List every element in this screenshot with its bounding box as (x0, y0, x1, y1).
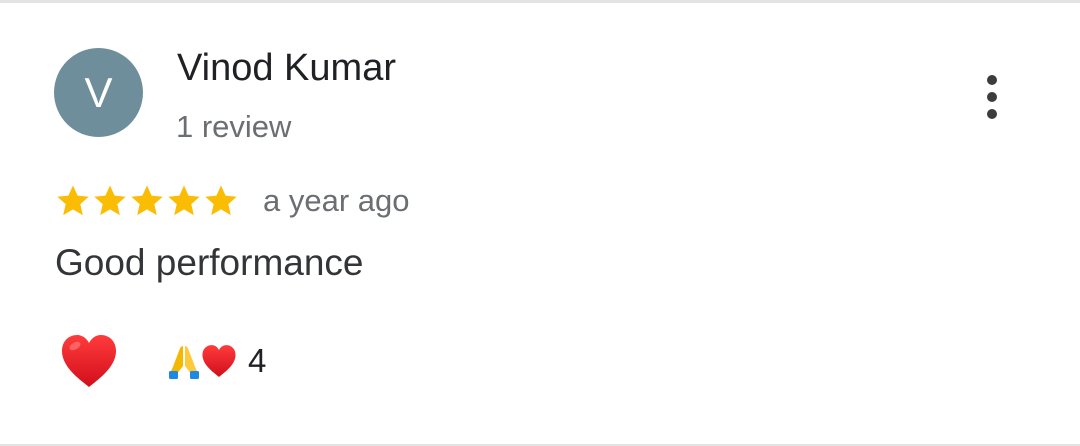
star-icon (128, 182, 166, 220)
star-icon (54, 182, 92, 220)
star-icon (165, 182, 203, 220)
star-rating (54, 182, 239, 220)
heart-icon (62, 335, 116, 387)
author-name[interactable]: Vinod Kumar (177, 47, 396, 90)
avatar-initial: V (84, 68, 113, 116)
avatar[interactable]: V (54, 48, 143, 137)
folded-hands-icon (169, 346, 199, 379)
review-card: V Vinod Kumar 1 review a year ago Good p… (0, 0, 1080, 446)
review-text: Good performance (55, 242, 364, 283)
review-count[interactable]: 1 review (176, 109, 291, 145)
like-button[interactable] (58, 332, 120, 390)
review-time: a year ago (263, 183, 410, 218)
more-options-button[interactable] (972, 71, 1012, 123)
heart-icon (202, 345, 236, 377)
rating-row: a year ago (54, 180, 410, 222)
reaction-count: 4 (248, 342, 267, 379)
reaction-summary[interactable]: 4 (168, 339, 266, 383)
star-icon (91, 182, 129, 220)
more-vert-icon (987, 75, 997, 85)
star-icon (202, 182, 240, 220)
